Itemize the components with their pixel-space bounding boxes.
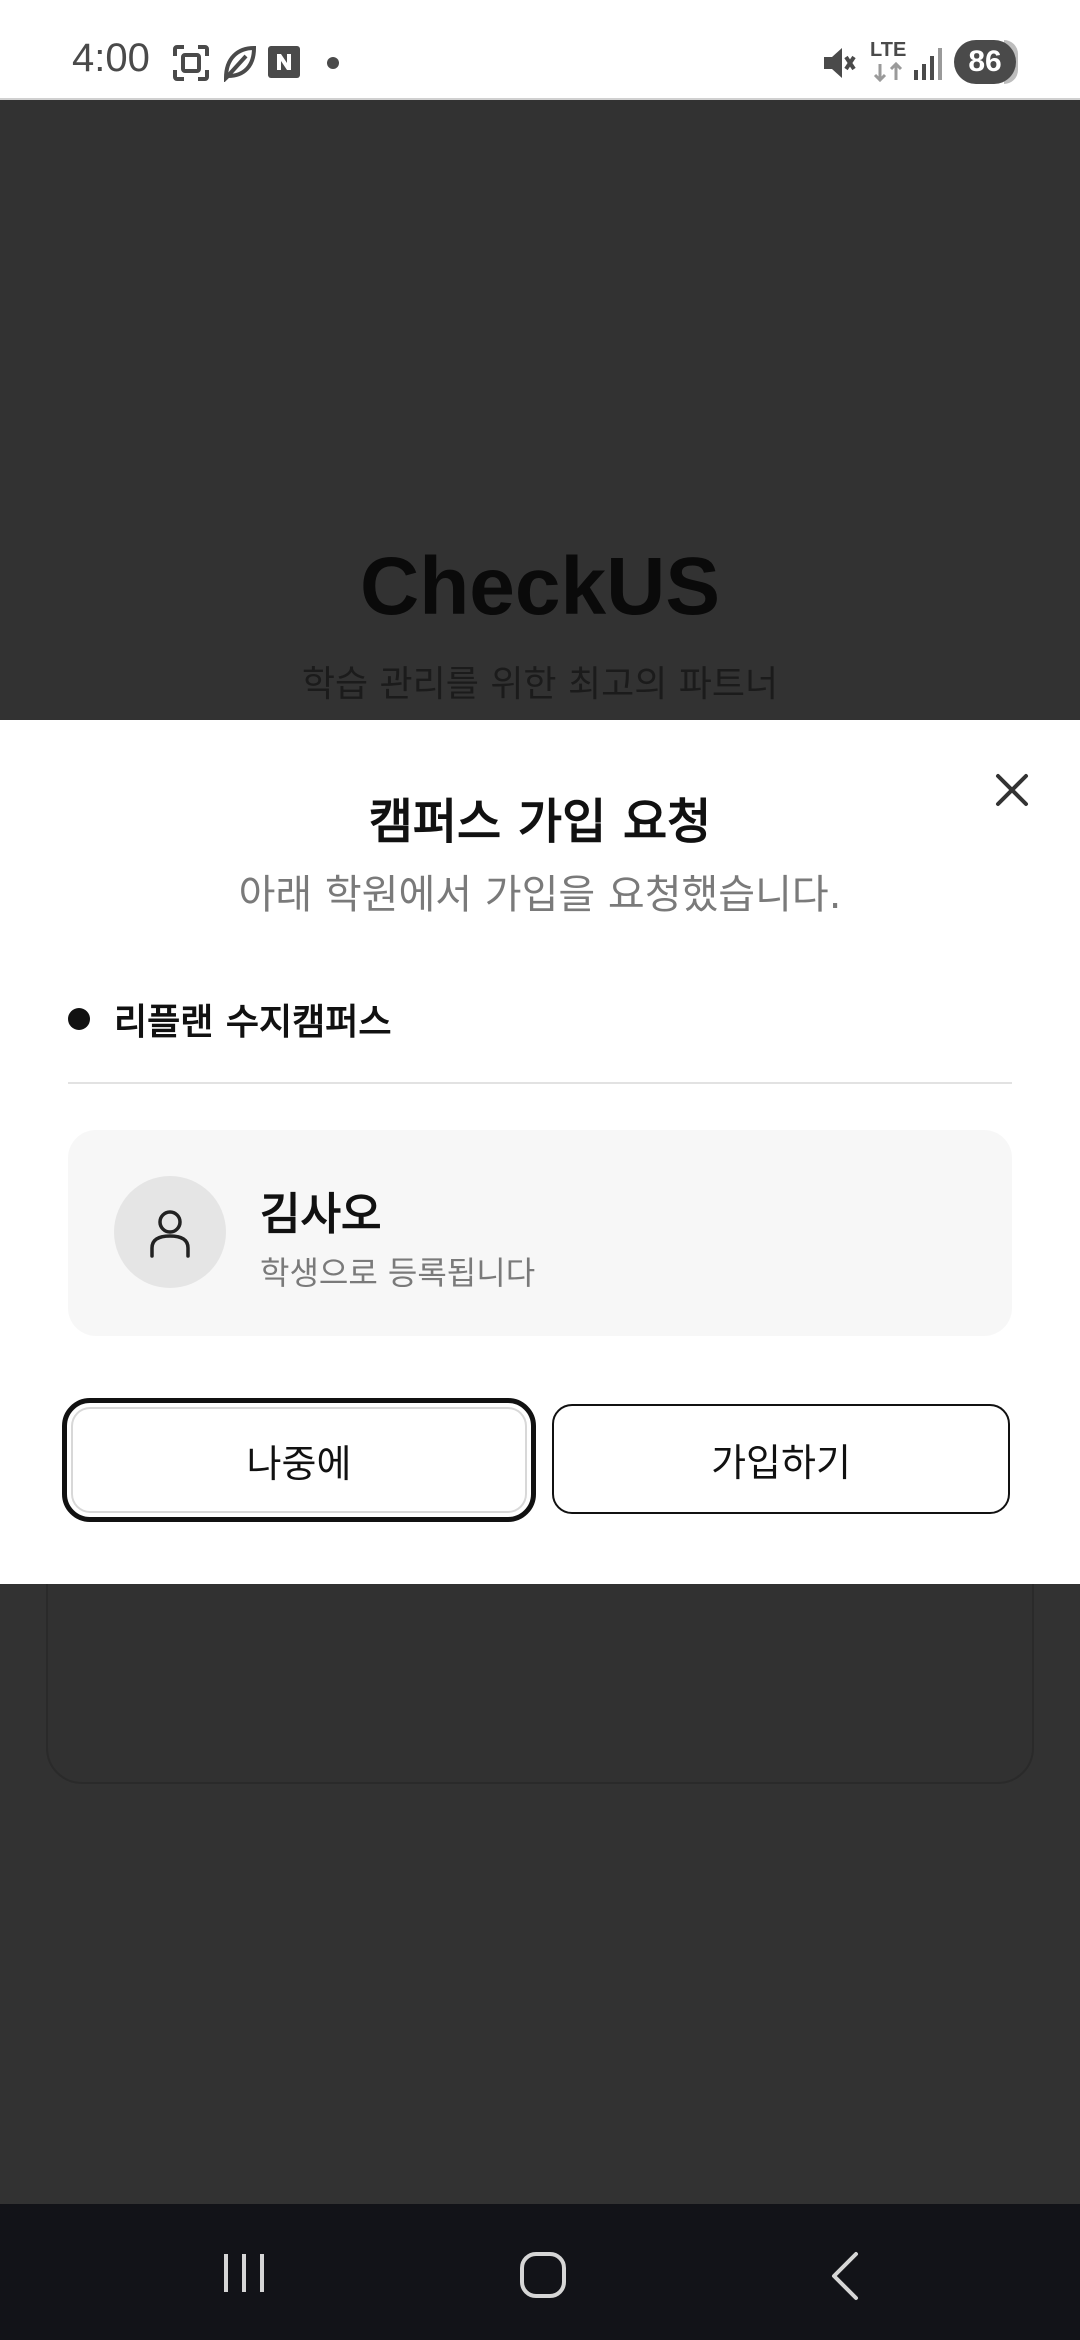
user-card: 김사오 학생으로 등록됩니다: [68, 1130, 1012, 1336]
back-icon[interactable]: [820, 2248, 870, 2308]
dot-icon: [327, 57, 339, 69]
data-arrows-icon: [873, 61, 903, 83]
status-bar: 4:00 LTE 86: [0, 0, 1080, 100]
status-time: 4:00: [72, 36, 150, 80]
app-subtitle: 학습 관리를 위한 최고의 파트너: [301, 664, 779, 705]
naver-icon: [268, 46, 300, 78]
campus-row: 리플랜 수지캠퍼스: [68, 994, 392, 1044]
campus-join-modal: 캠퍼스 가입 요청 아래 학원에서 가입을 요청했습니다. 리플랜 수지캠퍼스 …: [0, 720, 1080, 1584]
later-button[interactable]: 나중에: [62, 1398, 536, 1522]
leaf-icon: [223, 45, 257, 82]
signal-icon: [914, 48, 942, 80]
lte-icon: LTE: [870, 40, 910, 84]
modal-subtitle: 아래 학원에서 가입을 요청했습니다.: [238, 872, 842, 918]
navigation-bar: [0, 2204, 1080, 2340]
divider: [68, 1082, 1012, 1084]
modal-title: 캠퍼스 가입 요청: [368, 794, 712, 850]
campus-name: 리플랜 수지캠퍼스: [114, 1002, 392, 1043]
mute-icon: [824, 48, 856, 78]
close-icon[interactable]: [986, 764, 1038, 816]
recent-apps-icon[interactable]: [214, 2248, 274, 2298]
app-title: CheckUS: [359, 541, 721, 632]
home-icon[interactable]: [514, 2248, 574, 2308]
join-button[interactable]: 가입하기: [552, 1404, 1010, 1514]
battery-icon: 86: [954, 40, 1016, 84]
user-name: 김사오: [260, 1189, 382, 1240]
avatar: [114, 1176, 226, 1288]
bullet-icon: [68, 1008, 90, 1030]
user-icon: [150, 1210, 190, 1258]
user-role: 학생으로 등록됩니다: [260, 1254, 536, 1292]
screenshot-icon: [173, 45, 209, 81]
lte-label: LTE: [870, 39, 907, 61]
